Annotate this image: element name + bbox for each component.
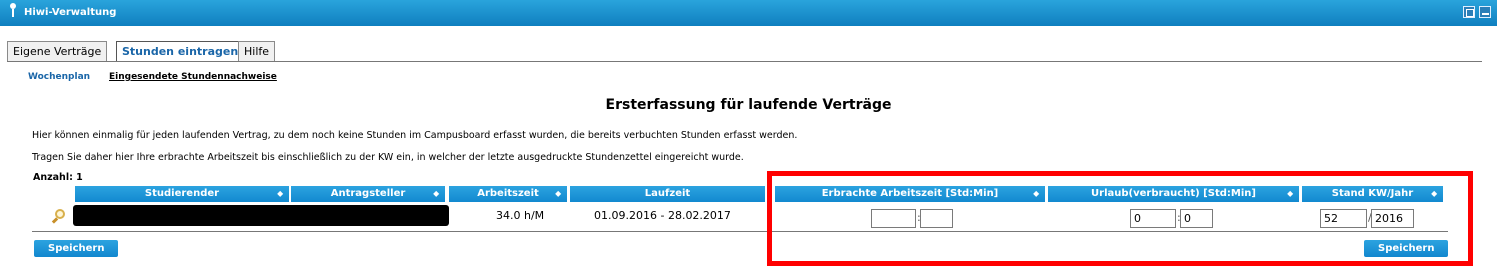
tab-stunden-eintragen[interactable]: Stunden eintragen [116, 41, 245, 61]
column-header-antragsteller[interactable]: Antragsteller ⬥ [291, 186, 445, 202]
tab-divider [7, 61, 1482, 62]
maximize-icon[interactable] [1463, 6, 1475, 18]
count-label: Anzahl: 1 [33, 172, 83, 183]
subnav-eingesendete-stundennachweise[interactable]: Eingesendete Stundennachweise [109, 72, 277, 82]
save-button-left[interactable]: Speichern [34, 240, 119, 257]
minimize-icon[interactable] [1479, 6, 1491, 18]
redacted-name [73, 205, 449, 226]
column-label: Laufzeit [644, 188, 691, 199]
intro-text-1: Hier können einmalig für jeden laufenden… [32, 130, 798, 141]
tab-hilfe[interactable]: Hilfe [238, 41, 276, 61]
column-label: Studierender [144, 188, 220, 199]
column-header-laufzeit: Laufzeit [570, 186, 765, 202]
window-title: Hiwi-Verwaltung [24, 7, 117, 18]
cell-arbeitszeit: 34.0 h/M [496, 209, 545, 222]
column-header-studierender[interactable]: Studierender ⬥ [75, 186, 289, 202]
magnifier-icon[interactable] [51, 208, 67, 224]
cell-laufzeit: 01.09.2016 - 28.02.2017 [594, 209, 731, 222]
sort-icon[interactable]: ⬥ [555, 186, 561, 202]
sort-icon[interactable]: ⬥ [277, 186, 283, 202]
window-titlebar: Hiwi-Verwaltung [0, 0, 1497, 26]
tab-eigene-vertraege[interactable]: Eigene Verträge [7, 41, 108, 61]
info-icon [8, 3, 18, 17]
column-label: Antragsteller [330, 188, 406, 199]
intro-text-2: Tragen Sie daher hier Ihre erbrachte Arb… [32, 152, 744, 163]
column-header-arbeitszeit[interactable]: Arbeitszeit ⬥ [449, 186, 567, 202]
page-title: Ersterfassung für laufende Verträge [605, 97, 892, 113]
highlight-box [767, 171, 1473, 266]
subnav-wochenplan[interactable]: Wochenplan [28, 72, 90, 82]
column-label: Arbeitszeit [477, 188, 539, 199]
sort-icon[interactable]: ⬥ [433, 186, 439, 202]
